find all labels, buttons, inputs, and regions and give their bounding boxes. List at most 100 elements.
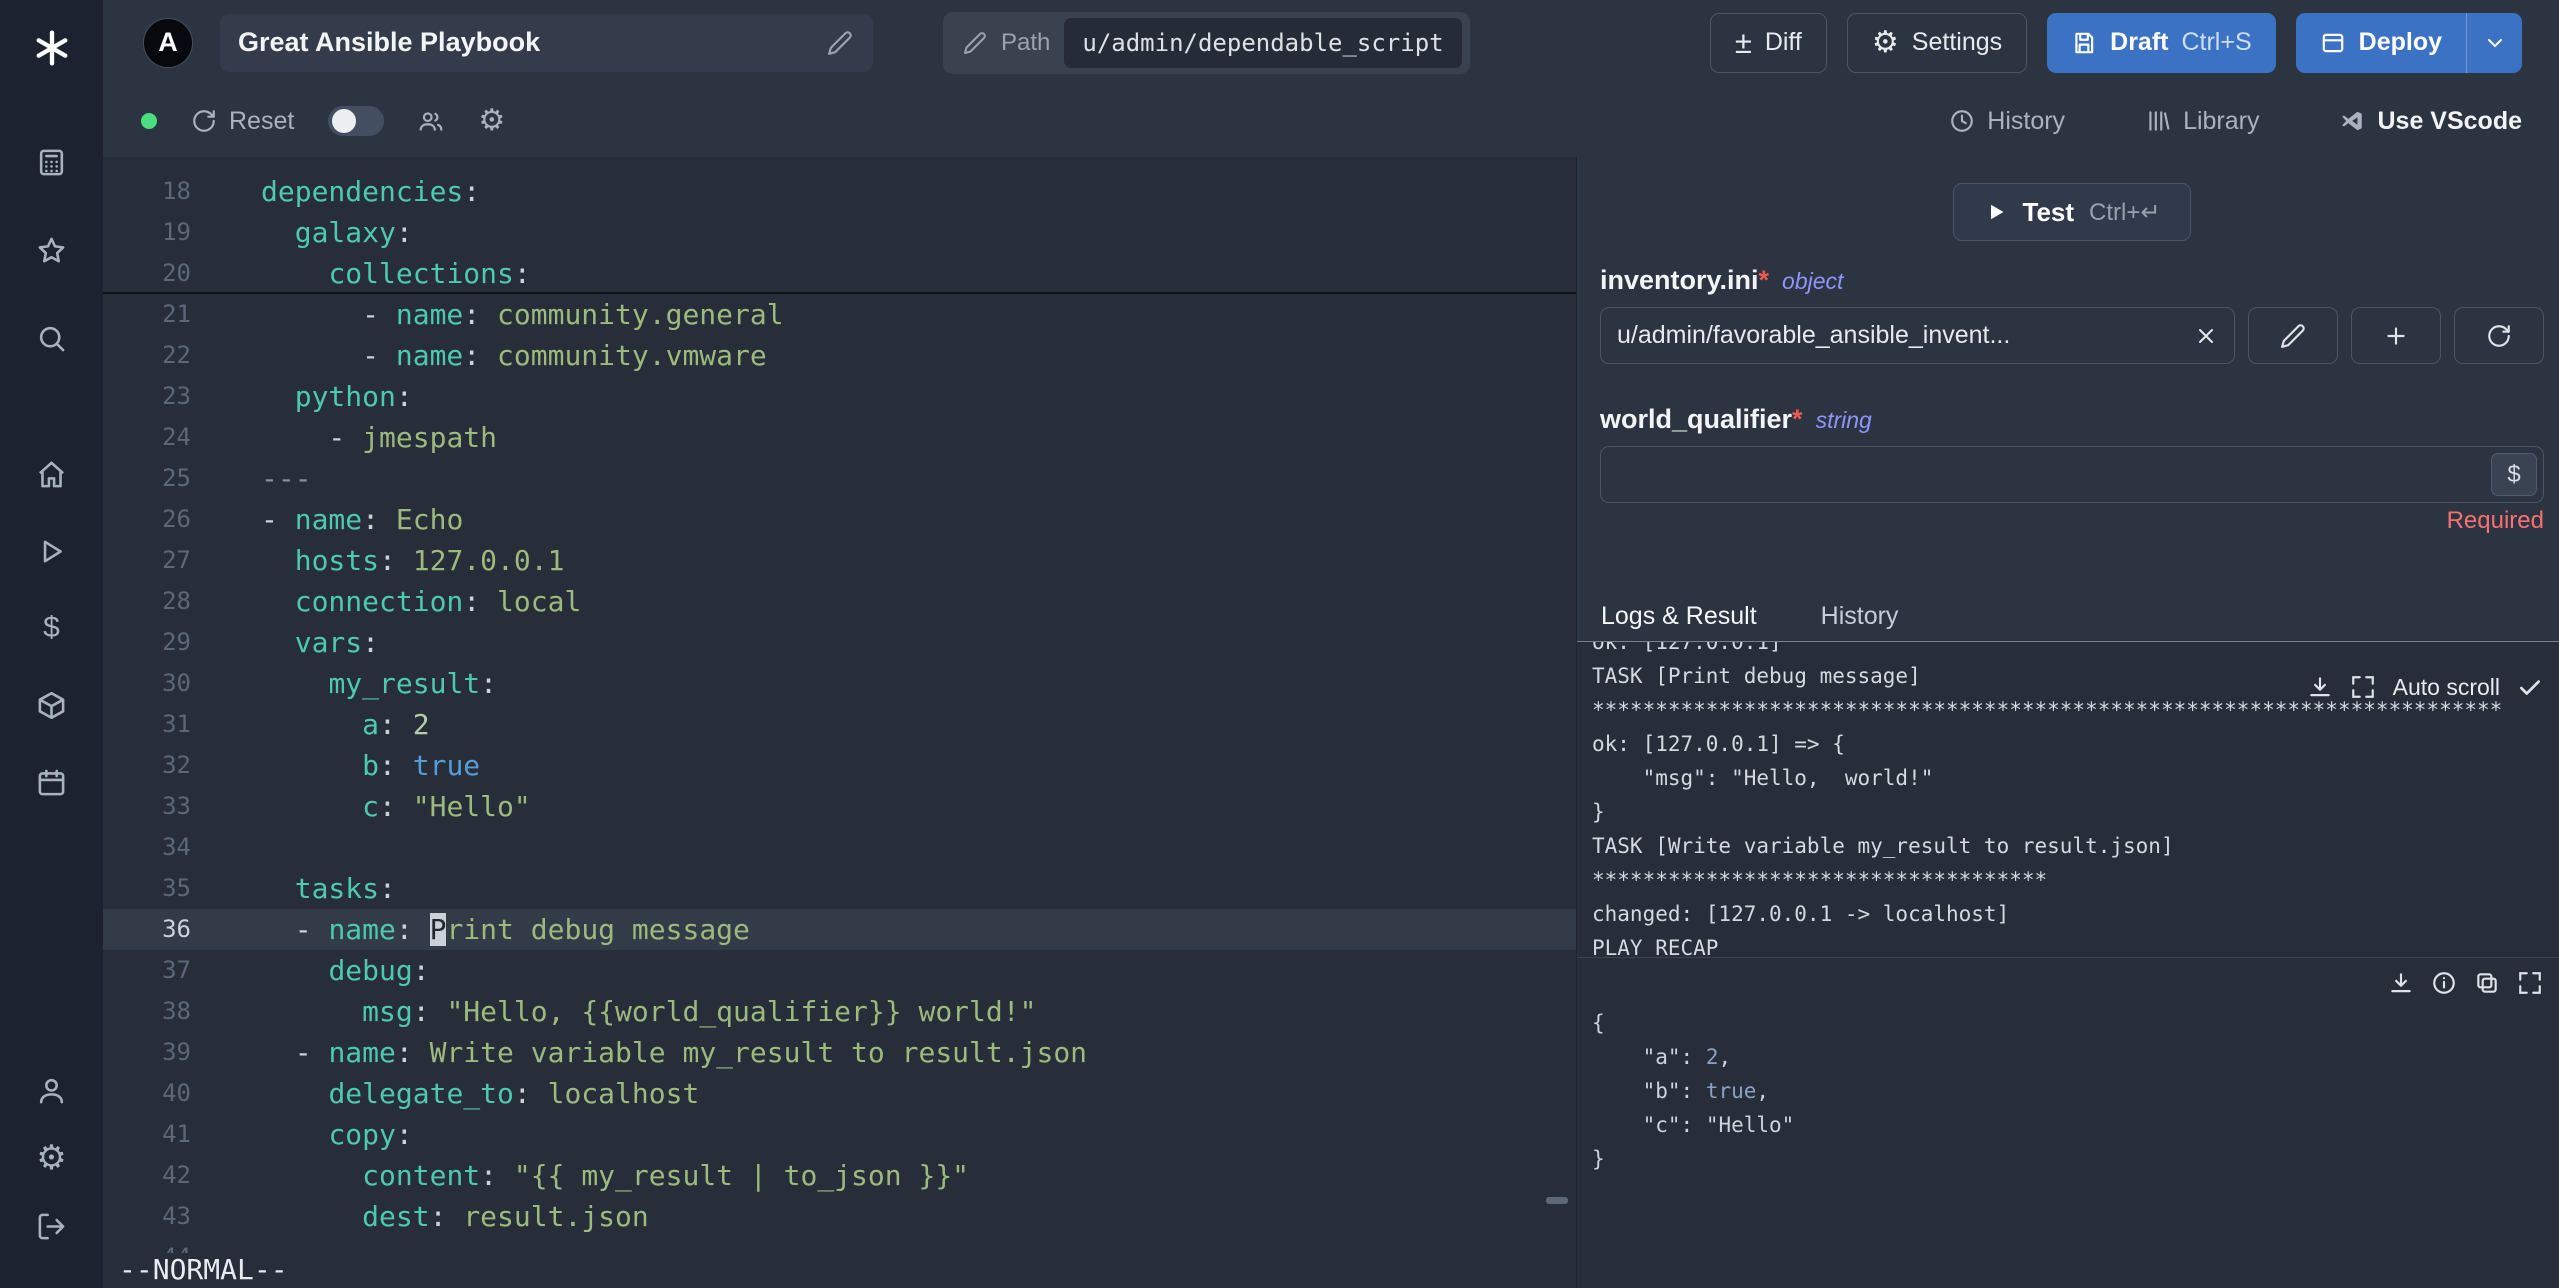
refresh-resource-button[interactable] [2454,307,2544,364]
add-resource-button[interactable] [2351,307,2441,364]
result-line: { [1592,1011,1605,1035]
dollar-icon: $ [43,611,60,644]
clear-button[interactable] [2194,308,2218,363]
deploy-more-button[interactable] [2466,12,2522,73]
code-editor[interactable]: 18 dependencies: 19 galaxy: 20 collections:… [103,157,1577,1288]
sidebar-item-calculator[interactable] [28,140,76,184]
code-line-31[interactable]: 31 a: 2 [103,704,1576,745]
line-number: 39 [162,1038,191,1066]
line-number: 38 [162,997,191,1025]
required-star: * [1758,265,1770,295]
required-error: Required [2446,507,2544,534]
test-shortcut: Ctrl+↵ [2089,198,2161,226]
avatar[interactable]: A [143,17,193,68]
sidebar-item-resources[interactable] [28,683,76,727]
code-line-42[interactable]: 42 content: "{{ my_result | to_json }}" [103,1155,1576,1196]
variable-picker-button[interactable]: $ [2491,453,2537,496]
sidebar-item-variables[interactable]: $ [28,606,76,650]
app: $ ⚙ A Great Ansible Playbook Path u/admi… [0,0,2559,1288]
code-line-32[interactable]: 32 b: true [103,745,1576,786]
line-content: dest: result.json [362,1200,649,1233]
code-line-41[interactable]: 41 copy: [103,1114,1576,1155]
code-line-27[interactable]: 27 hosts: 127.0.0.1 [103,540,1576,581]
tab-history[interactable]: History [1821,601,1899,631]
draft-button[interactable]: Draft Ctrl+S [2047,12,2276,73]
code-line-19[interactable]: 19 galaxy: [103,212,1576,253]
code-line-33[interactable]: 33 c: "Hello" [103,786,1576,827]
line-number: 29 [162,628,191,656]
code-line-35[interactable]: 35 tasks: [103,868,1576,909]
sidebar-item-favorites[interactable] [28,228,76,272]
code-line-21[interactable]: 21 - name: community.general [103,294,1576,335]
sidebar-item-account[interactable] [28,1068,76,1112]
code-line-23[interactable]: 23 python: [103,376,1576,417]
line-number: 34 [162,833,191,861]
code-line-30[interactable]: 30 my_result: [103,663,1576,704]
code-line-22[interactable]: 22 - name: community.vmware [103,335,1576,376]
editor-toolbar: Reset ⚙ History Library Use VScode [103,85,2559,157]
code-line-34[interactable]: 34 [103,827,1576,868]
path-chip[interactable]: Path u/admin/dependable_script [943,11,1470,74]
diff-button[interactable]: ± Diff [1709,12,1827,73]
checkmark-icon[interactable] [2517,674,2543,700]
sidebar-item-home[interactable] [28,452,76,496]
logout-icon [38,1213,65,1239]
use-vscode-button[interactable]: Use VScode [2339,107,2522,136]
path-value: u/admin/dependable_script [1064,17,1462,68]
overview-ruler-mark[interactable] [1546,1197,1568,1204]
line-number: 32 [162,751,191,779]
code-line-36[interactable]: 36 - name: Print debug message [103,909,1576,950]
editor-settings-button[interactable]: ⚙ [478,106,505,136]
sidebar-item-runs[interactable] [28,529,76,573]
deploy-button[interactable]: Deploy [2295,12,2466,73]
code-line-24[interactable]: 24 - jmespath [103,417,1576,458]
info-icon[interactable] [2431,970,2457,996]
expand-icon[interactable] [2517,970,2543,996]
history-button[interactable]: History [1949,107,2065,136]
test-button[interactable]: Test Ctrl+↵ [1952,183,2192,241]
settings-button[interactable]: ⚙ Settings [1846,12,2028,73]
expand-icon[interactable] [2350,674,2376,700]
code-line-40[interactable]: 40 delegate_to: localhost [103,1073,1576,1114]
sidebar-item-search[interactable] [28,316,76,360]
line-content: b: true [362,749,481,782]
world-qualifier-input-wrap: $ [1600,446,2544,503]
line-number: 43 [162,1202,191,1230]
copy-icon[interactable] [2474,970,2500,996]
code-line-25[interactable]: 25 --- [103,458,1576,499]
field-name: inventory.ini [1600,265,1759,295]
code-line-28[interactable]: 28 connection: local [103,581,1576,622]
draft-shortcut: Ctrl+S [2181,28,2252,56]
code-line-38[interactable]: 38 msg: "Hello, {{world_qualifier}} worl… [103,991,1576,1032]
log-line: PLAY RECAP [1592,936,1719,958]
code-line-43[interactable]: 43 dest: result.json [103,1196,1576,1237]
sidebar-item-settings[interactable]: ⚙ [28,1136,76,1180]
code-line-39[interactable]: 39 - name: Write variable my_result to r… [103,1032,1576,1073]
code-line-29[interactable]: 29 vars: [103,622,1576,663]
collaborators-button[interactable] [418,108,444,134]
code-line-20[interactable]: 20 collections: [103,253,1576,294]
download-icon[interactable] [2307,674,2333,700]
edit-title-pencil-icon[interactable] [827,30,853,56]
gear-icon: ⚙ [478,104,506,137]
code-line-37[interactable]: 37 debug: [103,950,1576,991]
diff-toggle[interactable] [328,106,385,136]
code-line-44[interactable]: 44 [103,1237,1576,1278]
script-title-input[interactable]: Great Ansible Playbook [220,13,873,72]
line-content: python: [294,380,413,413]
code-line-26[interactable]: 26 - name: Echo [103,499,1576,540]
sidebar-item-logo[interactable] [28,26,76,70]
clock-icon [1951,110,1974,132]
pencil-icon [964,31,986,54]
library-button[interactable]: Library [2145,107,2259,136]
sidebar-item-logout[interactable] [28,1204,76,1248]
download-icon[interactable] [2388,970,2414,996]
tab-logs-result[interactable]: Logs & Result [1601,601,1757,631]
reset-button[interactable]: Reset [191,107,294,136]
inventory-input[interactable] [1601,308,2234,363]
sidebar-item-schedules[interactable] [28,760,76,804]
edit-resource-button[interactable] [2248,307,2338,364]
world-qualifier-input[interactable] [1601,447,2543,502]
library-label: Library [2183,106,2260,135]
code-line-18[interactable]: 18 dependencies: [103,171,1576,212]
